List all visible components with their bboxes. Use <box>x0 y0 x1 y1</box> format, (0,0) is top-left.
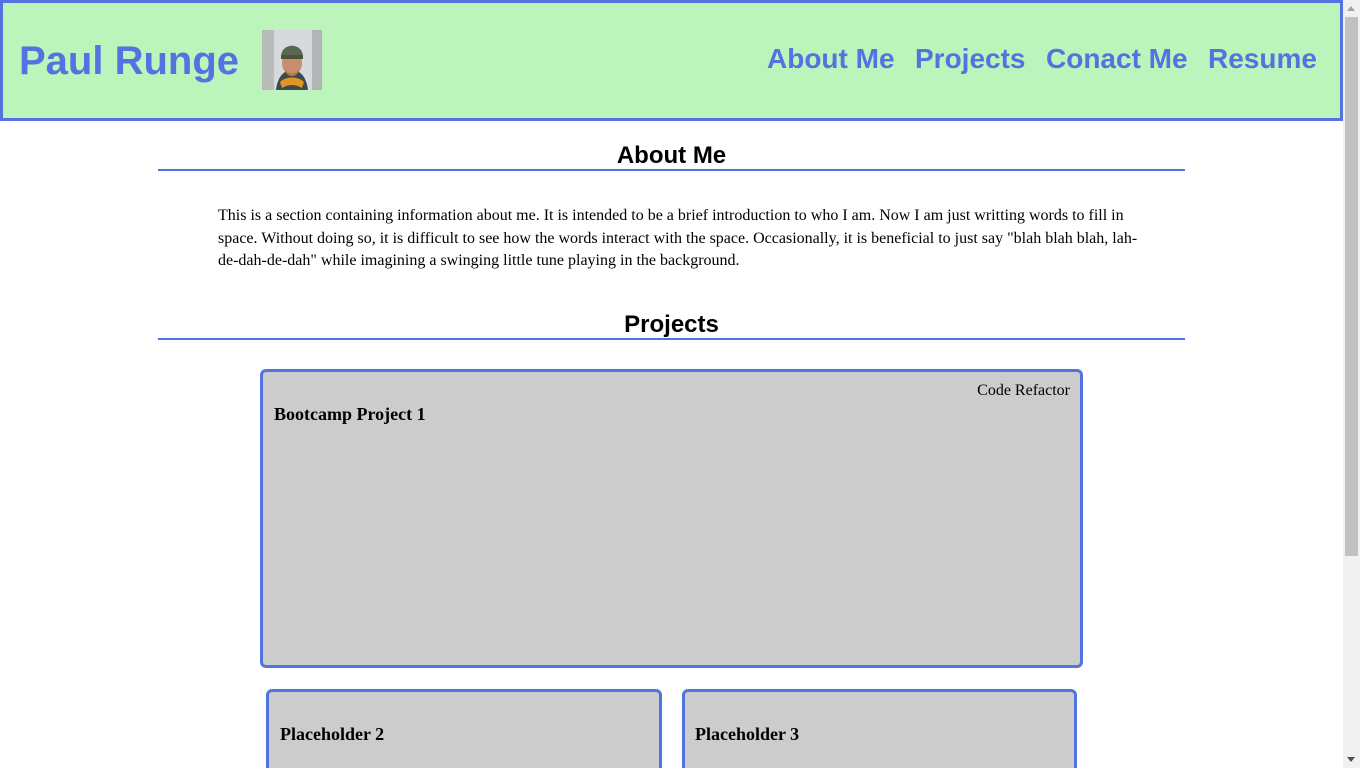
scroll-down-arrow-icon[interactable] <box>1347 757 1355 762</box>
project-title: Bootcamp Project 1 <box>274 404 426 424</box>
nav-link-resume[interactable]: Resume <box>1208 41 1317 77</box>
avatar-photo <box>262 30 322 90</box>
projects-heading: Projects <box>158 310 1185 340</box>
avatar <box>262 30 322 90</box>
vertical-scrollbar[interactable] <box>1343 0 1360 768</box>
site-title: Paul Runge <box>19 39 240 83</box>
project-title: Placeholder 3 <box>695 724 800 744</box>
project-link[interactable]: Code Refactor <box>977 381 1070 401</box>
nav-link-about-me[interactable]: About Me <box>767 41 895 77</box>
about-text: This is a section containing information… <box>218 207 1138 270</box>
project-card-2[interactable]: Placeholder 2 <box>266 689 662 768</box>
project-title: Placeholder 2 <box>280 724 385 744</box>
site-header: Paul Runge About Me Projects Conact Me R… <box>0 0 1343 121</box>
scroll-up-arrow-icon[interactable] <box>1347 6 1355 11</box>
nav-link-projects[interactable]: Projects <box>915 41 1026 77</box>
page: Paul Runge About Me Projects Conact Me R… <box>0 0 1343 768</box>
project-card-1[interactable]: Code Refactor Bootcamp Project 1 <box>260 369 1083 668</box>
about-heading: About Me <box>158 141 1185 171</box>
project-card-3[interactable]: Placeholder 3 <box>682 689 1077 768</box>
scrollbar-thumb[interactable] <box>1345 17 1358 556</box>
nav-link-contact-me[interactable]: Conact Me <box>1046 41 1188 77</box>
